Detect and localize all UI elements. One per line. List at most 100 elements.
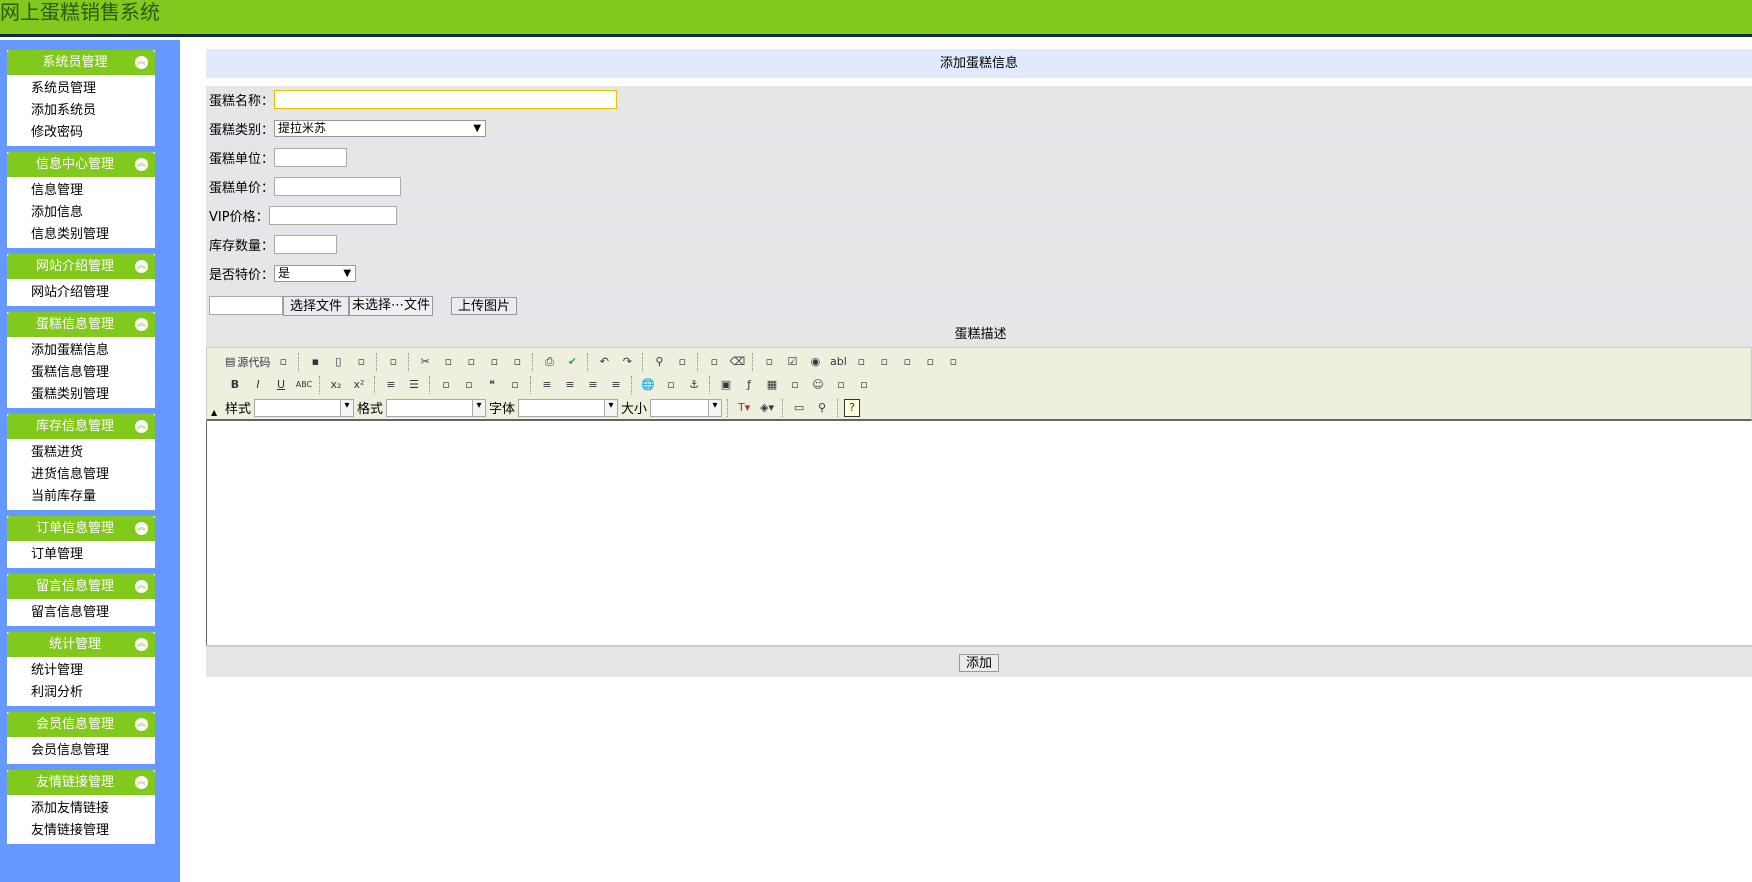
undo-icon[interactable]: ↶ xyxy=(594,352,614,372)
sidebar-item[interactable]: 修改密码 xyxy=(31,122,155,144)
flash-icon[interactable]: ƒ xyxy=(739,375,759,395)
sidebar-item[interactable]: 添加信息 xyxy=(31,202,155,224)
smiley-icon[interactable]: ☺ xyxy=(808,375,828,395)
outdent-icon[interactable]: ▫ xyxy=(436,375,456,395)
show-blocks-icon[interactable]: ▭ xyxy=(789,398,809,418)
cake-name-input[interactable] xyxy=(274,90,618,109)
bold-icon[interactable]: B xyxy=(225,375,245,395)
sidebar-item[interactable]: 蛋糕进货 xyxy=(31,442,155,464)
form-icon[interactable]: ▫ xyxy=(759,352,779,372)
sidebar-item[interactable]: 信息管理 xyxy=(31,180,155,202)
new-page-icon[interactable]: ▯ xyxy=(328,352,348,372)
sidebar-item[interactable]: 添加友情链接 xyxy=(31,798,155,820)
choose-file-button[interactable]: 选择文件 xyxy=(283,295,350,316)
collapse-icon[interactable]: ︽ xyxy=(135,318,148,331)
remove-format-icon[interactable]: ⌫ xyxy=(727,352,747,372)
collapse-icon[interactable]: ︽ xyxy=(135,260,148,273)
sidebar-item[interactable]: 添加蛋糕信息 xyxy=(31,340,155,362)
redo-icon[interactable]: ↷ xyxy=(617,352,637,372)
paste-text-icon[interactable]: ▫ xyxy=(484,352,504,372)
align-center-icon[interactable]: ≡ xyxy=(560,375,580,395)
collapse-toolbar-icon[interactable]: ▲ xyxy=(211,408,217,417)
collapse-icon[interactable]: ︽ xyxy=(135,158,148,171)
sidebar-item[interactable]: 利润分析 xyxy=(31,682,155,704)
sidebar-section-header[interactable]: 系统员管理 ︽ xyxy=(7,50,155,75)
justify-icon[interactable]: ≡ xyxy=(606,375,626,395)
zoom-preview-icon[interactable]: ⚲ xyxy=(812,398,832,418)
sidebar-item[interactable]: 订单管理 xyxy=(31,544,155,566)
sidebar-section-header[interactable]: 蛋糕信息管理 ︽ xyxy=(7,312,155,337)
size-select[interactable] xyxy=(650,398,723,417)
italic-icon[interactable]: I xyxy=(248,375,268,395)
checkbox-icon[interactable]: ☑ xyxy=(782,352,802,372)
vip-price-input[interactable] xyxy=(268,206,397,225)
collapse-icon[interactable]: ︽ xyxy=(135,522,148,535)
radio-icon[interactable]: ◉ xyxy=(805,352,825,372)
format-select[interactable] xyxy=(386,398,487,417)
copy-icon[interactable]: ▫ xyxy=(273,352,293,372)
sidebar-item[interactable]: 蛋糕类别管理 xyxy=(31,384,155,406)
collapse-icon[interactable]: ︽ xyxy=(135,638,148,651)
style-select[interactable] xyxy=(254,398,355,417)
sidebar-item[interactable]: 当前库存量 xyxy=(31,486,155,508)
text-color-icon[interactable]: T▾ xyxy=(734,398,754,418)
sidebar-section-header[interactable]: 统计管理 ︽ xyxy=(7,632,155,657)
help-icon[interactable]: ? xyxy=(844,398,861,417)
sidebar-item[interactable]: 信息类别管理 xyxy=(31,224,155,246)
paste-icon[interactable]: ▫ xyxy=(461,352,481,372)
bg-color-icon[interactable]: ◈▾ xyxy=(757,398,777,418)
align-left-icon[interactable]: ≡ xyxy=(537,375,557,395)
replace-icon[interactable]: ▫ xyxy=(672,352,692,372)
editor-area[interactable] xyxy=(206,421,1752,645)
sidebar-item[interactable]: 进货信息管理 xyxy=(31,464,155,486)
sidebar-section-header[interactable]: 信息中心管理 ︽ xyxy=(7,152,155,177)
unordered-list-icon[interactable]: ☰ xyxy=(404,375,424,395)
cake-type-select[interactable]: 提拉米苏 ▼ xyxy=(274,120,487,137)
templates-icon[interactable]: ▫ xyxy=(383,352,403,372)
table-icon[interactable]: ▦ xyxy=(762,375,782,395)
paste-word-icon[interactable]: ▫ xyxy=(507,352,527,372)
collapse-icon[interactable]: ︽ xyxy=(135,580,148,593)
page-break-icon[interactable]: ▫ xyxy=(854,375,874,395)
link-icon[interactable]: 🌐 xyxy=(638,375,658,395)
select-icon[interactable]: ▫ xyxy=(874,352,894,372)
subscript-icon[interactable]: x₂ xyxy=(326,375,346,395)
stock-input[interactable] xyxy=(274,235,338,254)
source-code-button[interactable]: ▤ 源代码 xyxy=(225,352,270,372)
textfield-icon[interactable]: abl xyxy=(828,352,848,372)
preview-icon[interactable]: ▫ xyxy=(351,352,371,372)
spellcheck-icon[interactable]: ✔ xyxy=(562,352,582,372)
cut-icon[interactable]: ✂ xyxy=(415,352,435,372)
file-path-input[interactable] xyxy=(209,296,283,315)
strike-icon[interactable]: ABC xyxy=(294,375,314,395)
div-icon[interactable]: ▫ xyxy=(505,375,525,395)
superscript-icon[interactable]: x² xyxy=(349,375,369,395)
print-icon[interactable]: ⎙ xyxy=(539,352,559,372)
special-select[interactable]: 是 ▼ xyxy=(274,265,357,282)
sidebar-section-header[interactable]: 订单信息管理 ︽ xyxy=(7,516,155,541)
special-char-icon[interactable]: ▫ xyxy=(831,375,851,395)
copy2-icon[interactable]: ▫ xyxy=(438,352,458,372)
sidebar-item[interactable]: 系统员管理 xyxy=(31,78,155,100)
textarea-icon[interactable]: ▫ xyxy=(851,352,871,372)
select-all-icon[interactable]: ▫ xyxy=(704,352,724,372)
collapse-icon[interactable]: ︽ xyxy=(135,56,148,69)
sidebar-item[interactable]: 蛋糕信息管理 xyxy=(31,362,155,384)
sidebar-section-header[interactable]: 库存信息管理 ︽ xyxy=(7,414,155,439)
anchor-icon[interactable]: ⚓ xyxy=(684,375,704,395)
align-right-icon[interactable]: ≡ xyxy=(583,375,603,395)
sidebar-section-header[interactable]: 网站介绍管理 ︽ xyxy=(7,254,155,279)
sidebar-item[interactable]: 友情链接管理 xyxy=(31,820,155,842)
collapse-icon[interactable]: ︽ xyxy=(135,718,148,731)
font-select[interactable] xyxy=(518,398,619,417)
save-icon[interactable]: ▪ xyxy=(305,352,325,372)
indent-icon[interactable]: ▫ xyxy=(459,375,479,395)
sidebar-item[interactable]: 留言信息管理 xyxy=(31,602,155,624)
unlink-icon[interactable]: ▫ xyxy=(661,375,681,395)
upload-image-button[interactable]: 上传图片 xyxy=(451,296,518,315)
image-icon[interactable]: ▣ xyxy=(716,375,736,395)
sidebar-item[interactable]: 会员信息管理 xyxy=(31,740,155,762)
cake-price-input[interactable] xyxy=(274,177,402,196)
sidebar-section-header[interactable]: 友情链接管理 ︽ xyxy=(7,770,155,795)
cake-unit-input[interactable] xyxy=(274,148,348,167)
